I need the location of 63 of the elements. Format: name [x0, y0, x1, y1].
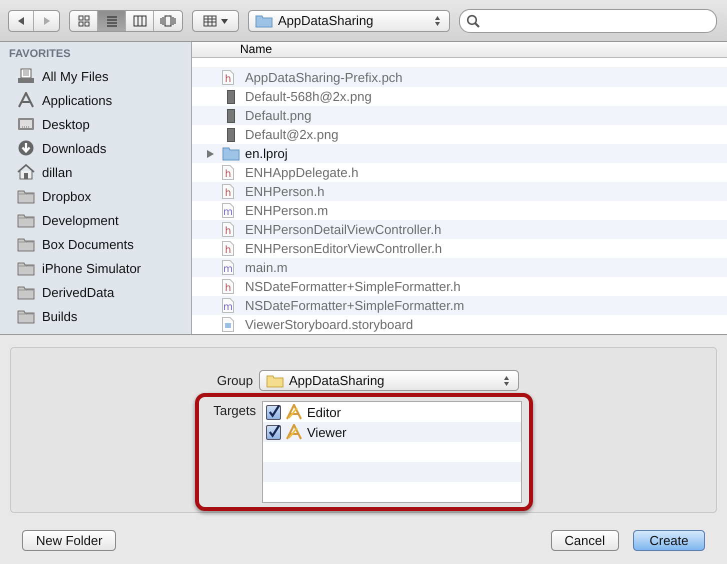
file-row[interactable]: h ENHPersonDetailViewController.h: [192, 220, 727, 239]
sidebar-item[interactable]: All My Files: [0, 64, 191, 88]
stepper-icon: [503, 374, 510, 386]
folder-icon: [17, 188, 35, 204]
sidebar-item[interactable]: Dropbox: [0, 184, 191, 208]
app-icon: [285, 404, 303, 420]
file-row[interactable]: m NSDateFormatter+SimpleFormatter.m: [192, 296, 727, 315]
sidebar-item[interactable]: Box Documents: [0, 232, 191, 256]
sidebar-item[interactable]: Builds: [0, 304, 191, 328]
stepper-icon: [434, 14, 441, 26]
file-row[interactable]: en.lproj: [192, 144, 727, 163]
targets-label: Targets: [212, 403, 256, 418]
back-icon: [16, 16, 26, 26]
folder-icon: [17, 308, 35, 324]
arrange-button[interactable]: [192, 10, 239, 32]
column-header[interactable]: Name: [192, 42, 727, 58]
sidebar-item[interactable]: Applications: [0, 88, 191, 112]
phone-screen-icon: [227, 90, 235, 104]
app-icon: [285, 424, 303, 440]
drawer-icon: [17, 68, 35, 84]
new-folder-button[interactable]: New Folder: [22, 530, 116, 551]
cover-flow-icon: [160, 14, 176, 26]
sidebar-item[interactable]: DerivedData: [0, 280, 191, 304]
sidebar-item[interactable]: Development: [0, 208, 191, 232]
file-row[interactable]: h ENHPerson.h: [192, 182, 727, 201]
house-icon: [17, 164, 35, 180]
sidebar-item[interactable]: Desktop: [0, 112, 191, 136]
file-row[interactable]: m main.m: [192, 258, 727, 277]
list-icon: [106, 14, 118, 26]
group-label: Group: [216, 373, 253, 388]
sidebar-item[interactable]: dillan: [0, 160, 191, 184]
forward-icon: [42, 16, 52, 26]
file-row[interactable]: h AppDataSharing-Prefix.pch: [192, 68, 727, 87]
sidebar-heading: FAVORITES: [8, 48, 72, 62]
folder-icon: [17, 284, 35, 300]
desktop-icon: [17, 116, 35, 132]
search-field[interactable]: [459, 8, 717, 32]
checkbox[interactable]: [266, 404, 281, 420]
folder-icon: [17, 212, 35, 228]
folder-icon: [17, 260, 35, 276]
cancel-button[interactable]: Cancel: [550, 530, 619, 551]
group-popup[interactable]: AppDataSharing: [259, 370, 519, 391]
location-popup[interactable]: AppDataSharing: [248, 10, 450, 32]
search-icon: [466, 14, 480, 28]
sidebar-item[interactable]: Downloads: [0, 136, 191, 160]
target-row[interactable]: Viewer: [263, 422, 521, 442]
create-button[interactable]: Create: [633, 530, 705, 551]
arrange-icon: [202, 14, 228, 26]
folder-icon: [222, 146, 240, 161]
phone-screen-icon: [227, 128, 235, 142]
view-mode-button[interactable]: [98, 10, 126, 30]
file-row[interactable]: Default.png: [192, 106, 727, 125]
columns-icon: [132, 14, 146, 26]
phone-screen-icon: [227, 108, 235, 122]
download-icon: [17, 140, 35, 156]
folder-icon: [266, 374, 284, 388]
app-store-icon: [17, 92, 35, 108]
sidebar-item[interactable]: iPhone Simulator: [0, 256, 191, 280]
checkbox[interactable]: [266, 424, 281, 440]
folder-icon: [17, 236, 35, 252]
grid-icon: [78, 14, 90, 26]
folder-icon: [255, 14, 273, 28]
disclosure-triangle-icon[interactable]: [205, 148, 215, 158]
